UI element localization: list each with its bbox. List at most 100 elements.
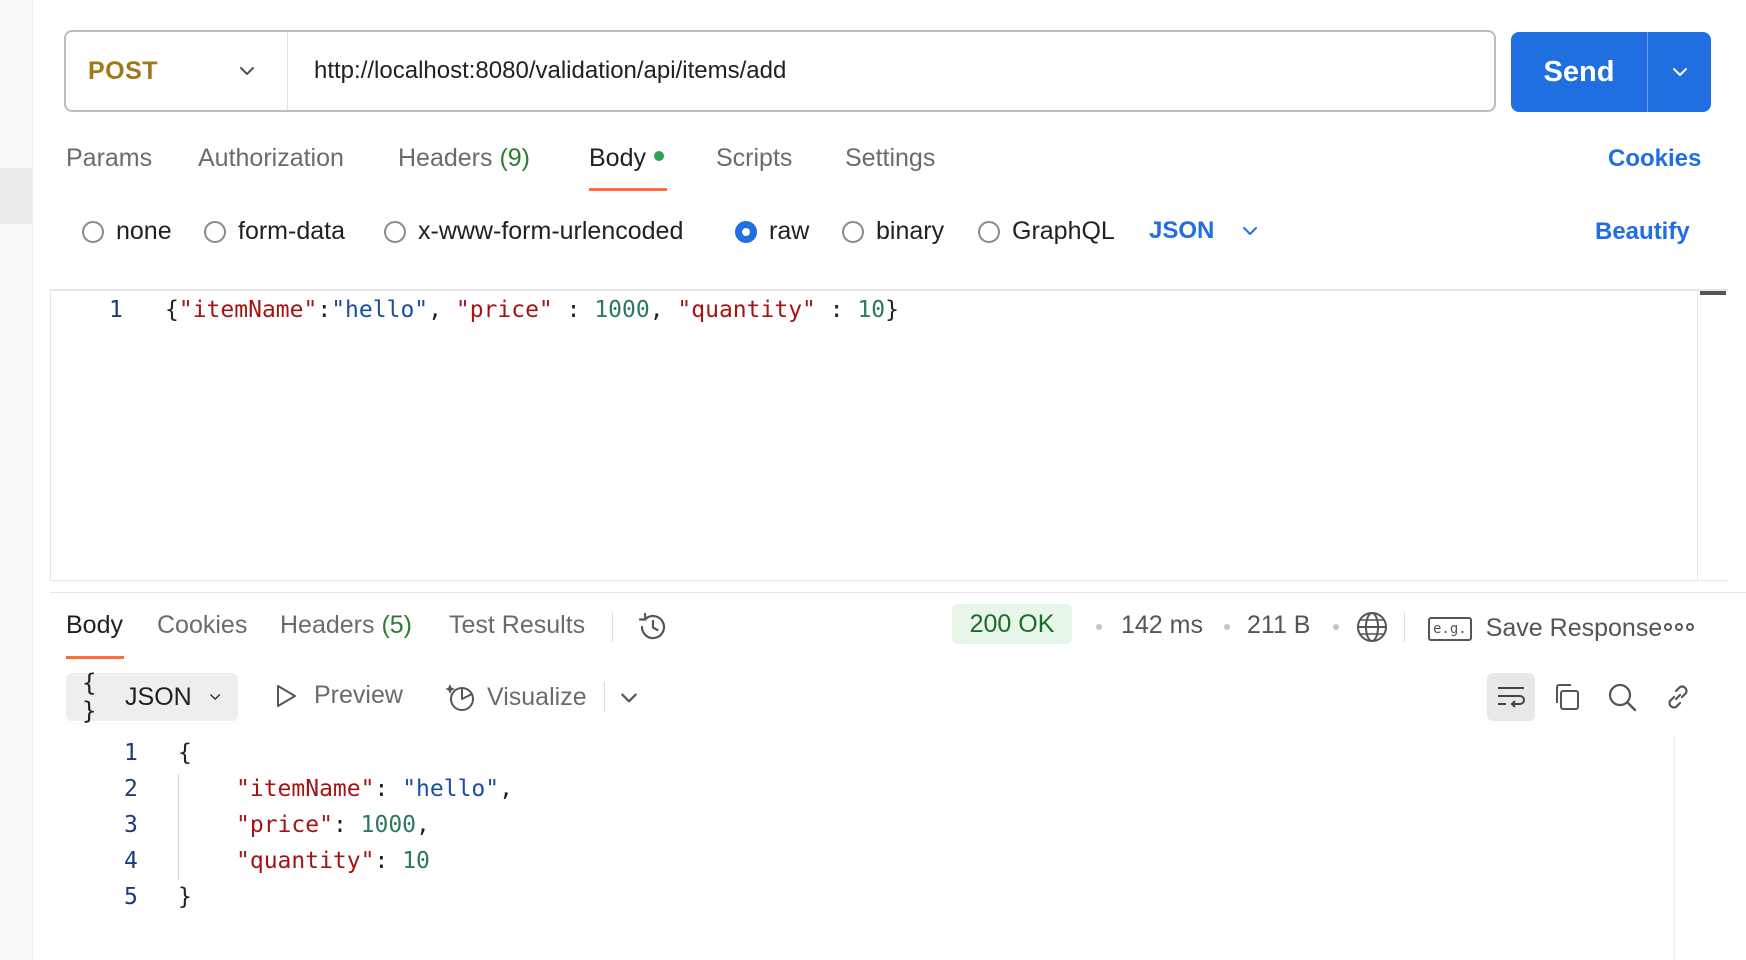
code-number: 10 (402, 848, 430, 874)
save-response-button[interactable]: e.g. Save Response (1428, 614, 1662, 643)
response-tab-headers-count: (5) (381, 611, 413, 639)
response-tab-body[interactable]: Body (66, 611, 123, 640)
indent-guide (178, 774, 179, 880)
request-body-code[interactable]: {"itemName":"hello", "price" : 1000, "qu… (165, 297, 899, 323)
code-punct: : (815, 297, 858, 323)
editor-scrollbar[interactable] (1697, 291, 1728, 580)
send-options-button[interactable] (1648, 62, 1711, 82)
radio-label: binary (876, 217, 945, 245)
response-code-line: "quantity": 10 (236, 848, 430, 874)
radio-urlencoded[interactable]: x-www-form-urlencoded (384, 217, 683, 246)
code-key: "quantity" (677, 297, 816, 323)
response-code-line: "itemName": "hello", (236, 776, 513, 802)
radio-form-data[interactable]: form-data (204, 217, 345, 246)
tab-settings[interactable]: Settings (845, 144, 935, 173)
history-icon[interactable] (636, 610, 670, 649)
cookies-link[interactable]: Cookies (1608, 145, 1701, 173)
code-punct: , (649, 297, 678, 323)
visualize-button[interactable]: Visualize (445, 681, 587, 713)
radio-graphql[interactable]: GraphQL (978, 217, 1115, 246)
line-number: 1 (124, 740, 138, 766)
pane-divider[interactable] (50, 592, 1746, 593)
code-key: "price" (236, 812, 333, 838)
radio-circle (978, 220, 1000, 243)
code-brace: { (178, 740, 192, 766)
more-options-icon[interactable] (1664, 620, 1694, 639)
meta-bullet (1224, 624, 1230, 630)
radio-binary[interactable]: binary (842, 217, 944, 246)
response-time[interactable]: 142 ms (1121, 611, 1203, 640)
radio-raw[interactable]: raw (735, 217, 809, 246)
save-response-label: Save Response (1485, 614, 1663, 642)
play-icon (277, 684, 296, 707)
radio-label: form-data (238, 217, 345, 245)
editor-scroll-thumb[interactable] (1700, 291, 1726, 295)
visualize-icon (445, 684, 474, 711)
method-select[interactable]: POST (66, 32, 288, 110)
radio-label: none (116, 217, 172, 245)
response-tab-test-results[interactable]: Test Results (449, 611, 585, 640)
radio-circle (842, 220, 864, 243)
code-key: "itemName" (178, 297, 318, 323)
radio-circle-selected (735, 220, 757, 243)
visualize-options-button[interactable] (618, 687, 640, 714)
tab-body-label: Body (589, 144, 646, 172)
copy-button[interactable] (1543, 673, 1591, 721)
code-punct: , (416, 812, 430, 838)
code-key: "quantity" (236, 848, 375, 874)
status-badge[interactable]: 200 OK (952, 604, 1072, 644)
radio-circle (204, 220, 226, 243)
line-number: 5 (124, 884, 138, 910)
preview-button[interactable]: Preview (274, 681, 403, 710)
response-body-viewer[interactable]: 1 2 3 4 5 { "itemName": "hello", "price"… (66, 736, 1674, 960)
code-brace: { (165, 297, 179, 323)
url-input[interactable]: http://localhost:8080/validation/api/ite… (288, 57, 786, 85)
separator (612, 612, 613, 642)
code-number: 1000 (360, 812, 417, 838)
chevron-down-icon (1672, 68, 1687, 76)
link-button[interactable] (1654, 673, 1702, 721)
code-punct: : (332, 812, 361, 838)
response-format-select[interactable]: { } JSON (66, 669, 238, 725)
response-format-label: JSON (125, 682, 192, 711)
tab-scripts[interactable]: Scripts (716, 144, 792, 173)
example-icon: e.g. (1428, 616, 1472, 641)
code-brace: } (885, 297, 900, 323)
code-string: "hello" (402, 776, 500, 802)
left-sidebar-selected-indicator (0, 168, 32, 224)
tab-headers[interactable]: Headers (9) (398, 144, 530, 173)
left-sidebar-strip (0, 0, 33, 960)
response-active-tab-underline (66, 656, 124, 659)
request-url-bar: POST http://localhost:8080/validation/ap… (64, 30, 1496, 112)
response-tab-headers-label: Headers (280, 611, 375, 639)
response-tab-cookies[interactable]: Cookies (157, 611, 247, 640)
body-language-select[interactable]: JSON (1149, 217, 1260, 245)
wrap-lines-button[interactable] (1487, 673, 1535, 721)
radio-label: x-www-form-urlencoded (418, 217, 684, 245)
wrap-lines-icon (1498, 687, 1525, 708)
meta-bullet (1096, 624, 1102, 630)
line-number: 4 (124, 848, 138, 874)
code-key: "itemName" (236, 776, 375, 802)
copy-icon (1556, 684, 1579, 710)
search-button[interactable] (1598, 673, 1646, 721)
separator (604, 682, 605, 712)
response-tab-headers[interactable]: Headers (5) (280, 611, 412, 640)
radio-label: GraphQL (1012, 217, 1115, 245)
link-icon (1668, 685, 1688, 709)
request-body-editor[interactable]: 1 {"itemName":"hello", "price" : 1000, "… (50, 289, 1728, 581)
code-punct: : (317, 297, 332, 323)
code-punct: , (499, 776, 513, 802)
tab-params[interactable]: Params (66, 144, 152, 173)
beautify-button[interactable]: Beautify (1595, 218, 1690, 246)
tab-authorization[interactable]: Authorization (198, 144, 344, 173)
code-brace: } (178, 884, 192, 910)
response-size[interactable]: 211 B (1247, 611, 1310, 640)
active-tab-underline (589, 188, 667, 191)
send-button[interactable]: Send (1511, 56, 1647, 89)
globe-icon[interactable] (1355, 610, 1389, 649)
response-scrollbar-track[interactable] (1674, 736, 1675, 960)
line-number: 3 (124, 812, 138, 838)
tab-body[interactable]: Body (589, 144, 664, 173)
radio-none[interactable]: none (82, 217, 172, 246)
